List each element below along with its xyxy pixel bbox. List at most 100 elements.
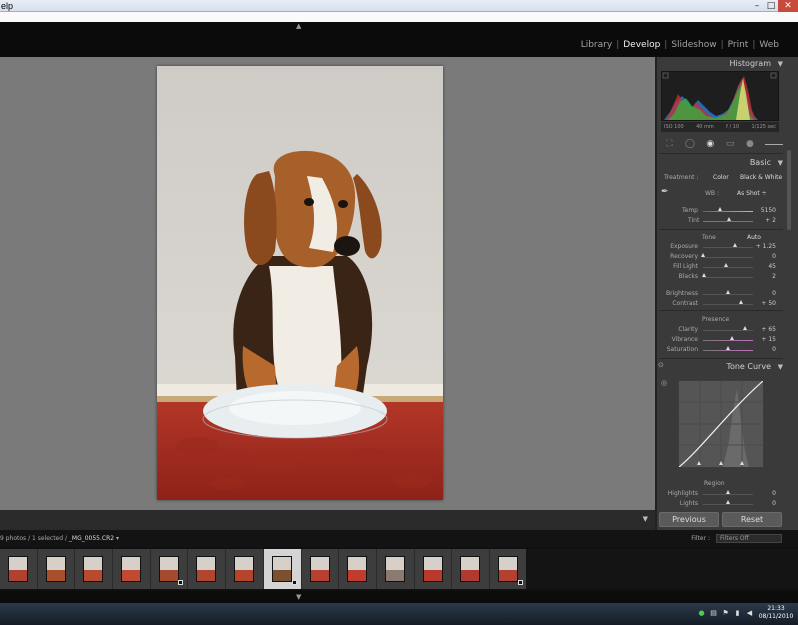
module-library[interactable]: Library — [579, 40, 614, 50]
filmstrip-thumbnail[interactable] — [339, 549, 377, 589]
filmstrip-thumbnail[interactable] — [414, 549, 453, 589]
thumbnail-image — [121, 556, 142, 582]
recovery-slider-thumb[interactable] — [701, 253, 705, 257]
highlights-slider-thumb[interactable] — [726, 490, 730, 494]
tint-value[interactable]: + 2 — [754, 217, 776, 224]
blacks-slider[interactable] — [703, 277, 753, 278]
module-print[interactable]: Print — [726, 40, 751, 50]
filmstrip-thumbnail[interactable] — [376, 549, 415, 589]
collapse-triangle-icon[interactable]: ▼ — [778, 361, 783, 373]
collapse-triangle-icon[interactable]: ▼ — [778, 157, 783, 169]
previous-button[interactable]: Previous — [659, 512, 719, 527]
basic-header[interactable]: Basic ▼ — [657, 157, 785, 169]
tone-curve-header[interactable]: Tone Curve ▼ — [657, 361, 785, 373]
filmstrip-thumbnail[interactable] — [226, 549, 264, 589]
crop-tool-icon[interactable]: ⛶ — [665, 139, 674, 149]
brightness-value[interactable]: 0 — [754, 290, 776, 297]
blacks-slider-thumb[interactable] — [702, 273, 706, 277]
brush-slider[interactable] — [765, 143, 783, 145]
exposure-slider-thumb[interactable] — [732, 243, 737, 247]
main-photo[interactable] — [157, 66, 443, 500]
close-button[interactable]: ✕ — [778, 0, 798, 12]
brightness-slider-thumb[interactable] — [726, 290, 730, 294]
module-develop[interactable]: Develop — [621, 40, 662, 50]
brightness-slider[interactable] — [703, 294, 753, 295]
vibrance-slider-thumb[interactable] — [730, 336, 734, 340]
exposure-slider[interactable] — [703, 247, 753, 248]
saturation-value[interactable]: 0 — [754, 346, 776, 353]
tray-flag-icon[interactable]: ⚑ — [722, 609, 729, 617]
module-slideshow[interactable]: Slideshow — [669, 40, 718, 50]
lights-slider-thumb[interactable] — [726, 500, 730, 504]
fill-light-value[interactable]: 45 — [754, 263, 776, 270]
temp-value[interactable]: 5150 — [754, 207, 776, 214]
module-web[interactable]: Web — [757, 40, 781, 50]
contrast-slider-thumb[interactable] — [738, 300, 743, 304]
filmstrip-source-info[interactable]: 9 photos / 1 selected / _MG_0055.CR2 ▾ — [0, 535, 119, 542]
filmstrip-thumbnail[interactable] — [301, 549, 340, 589]
wb-eyedropper-icon[interactable]: ✒ — [661, 187, 669, 197]
graduated-filter-icon[interactable]: ▭ — [726, 139, 735, 149]
clarity-slider-thumb[interactable] — [742, 326, 747, 330]
toolbar-menu-icon[interactable]: ▼ — [643, 515, 648, 523]
contrast-slider[interactable] — [703, 304, 753, 305]
filmstrip-thumbnail[interactable] — [75, 549, 114, 589]
wb-select[interactable]: As Shot ÷ — [737, 190, 767, 197]
tint-slider-thumb[interactable] — [726, 217, 731, 221]
color-treatment-button[interactable]: Color — [713, 174, 729, 181]
collapse-top-panel-icon[interactable]: ▲ — [296, 22, 301, 30]
filename-dropdown-icon[interactable]: ▾ — [116, 535, 119, 542]
network-icon[interactable]: ▮ — [734, 609, 741, 617]
maximize-button[interactable]: □ — [764, 0, 778, 12]
curve-target-icon[interactable]: ◎ — [661, 379, 667, 387]
filmstrip-thumbnail[interactable] — [150, 549, 189, 589]
fill-light-slider-thumb[interactable] — [723, 263, 728, 267]
selected-filename[interactable]: _MG_0055.CR2 — [69, 535, 114, 542]
highlights-slider[interactable] — [703, 494, 753, 495]
collapse-bottom-panel-icon[interactable]: ▼ — [296, 593, 301, 601]
lights-value[interactable]: 0 — [754, 500, 776, 507]
fill-light-slider[interactable] — [703, 267, 753, 268]
recovery-value[interactable]: 0 — [754, 253, 776, 260]
filter-select[interactable]: Filters Off — [716, 534, 782, 543]
minimize-button[interactable]: – — [750, 0, 764, 12]
blacks-value[interactable]: 2 — [754, 273, 776, 280]
vibrance-slider[interactable] — [703, 340, 753, 341]
recovery-slider[interactable] — [703, 257, 753, 258]
vibrance-value[interactable]: + 15 — [754, 336, 776, 343]
tray-app-icon[interactable]: ● — [698, 609, 705, 617]
red-eye-icon[interactable]: ◉ — [706, 139, 715, 149]
spot-removal-icon[interactable]: ◯ — [685, 139, 695, 149]
collapse-triangle-icon[interactable]: ▼ — [778, 58, 783, 70]
histogram-header[interactable]: Histogram ▼ — [657, 58, 785, 70]
filmstrip-thumbnail[interactable] — [37, 549, 76, 589]
panel-scrollbar[interactable] — [787, 150, 791, 230]
lights-slider[interactable] — [703, 504, 753, 505]
filmstrip-thumbnail[interactable] — [263, 549, 302, 589]
clarity-slider[interactable] — [703, 330, 753, 331]
taskbar-clock[interactable]: 21:33 08/11/2010 — [758, 605, 794, 621]
volume-icon[interactable]: ◀ — [746, 609, 753, 617]
saturation-slider-thumb[interactable] — [726, 346, 730, 350]
filmstrip-thumbnail[interactable] — [113, 549, 151, 589]
tray-document-icon[interactable]: ▤ — [710, 609, 717, 617]
tone-curve-graph[interactable] — [678, 380, 764, 468]
saturation-slider[interactable] — [703, 350, 753, 351]
clarity-value[interactable]: + 65 — [754, 326, 776, 333]
filmstrip-thumbnail[interactable] — [188, 549, 227, 589]
contrast-value[interactable]: + 50 — [754, 300, 776, 307]
image-view[interactable] — [0, 57, 655, 510]
filmstrip-thumbnail[interactable] — [0, 549, 38, 589]
exposure-value[interactable]: + 1.25 — [754, 243, 776, 250]
reset-button[interactable]: Reset — [722, 512, 782, 527]
temp-slider[interactable] — [703, 211, 753, 212]
auto-tone-button[interactable]: Auto — [747, 234, 761, 241]
highlights-value[interactable]: 0 — [754, 490, 776, 497]
tint-slider[interactable] — [703, 221, 753, 222]
bw-treatment-button[interactable]: Black & White — [740, 174, 782, 181]
filmstrip-thumbnail[interactable] — [489, 549, 528, 589]
adjustment-brush-icon[interactable]: ● — [745, 139, 754, 149]
filmstrip-thumbnail[interactable] — [452, 549, 490, 589]
temp-slider-thumb[interactable] — [717, 207, 722, 211]
menu-help-fragment[interactable]: elp — [1, 0, 13, 12]
